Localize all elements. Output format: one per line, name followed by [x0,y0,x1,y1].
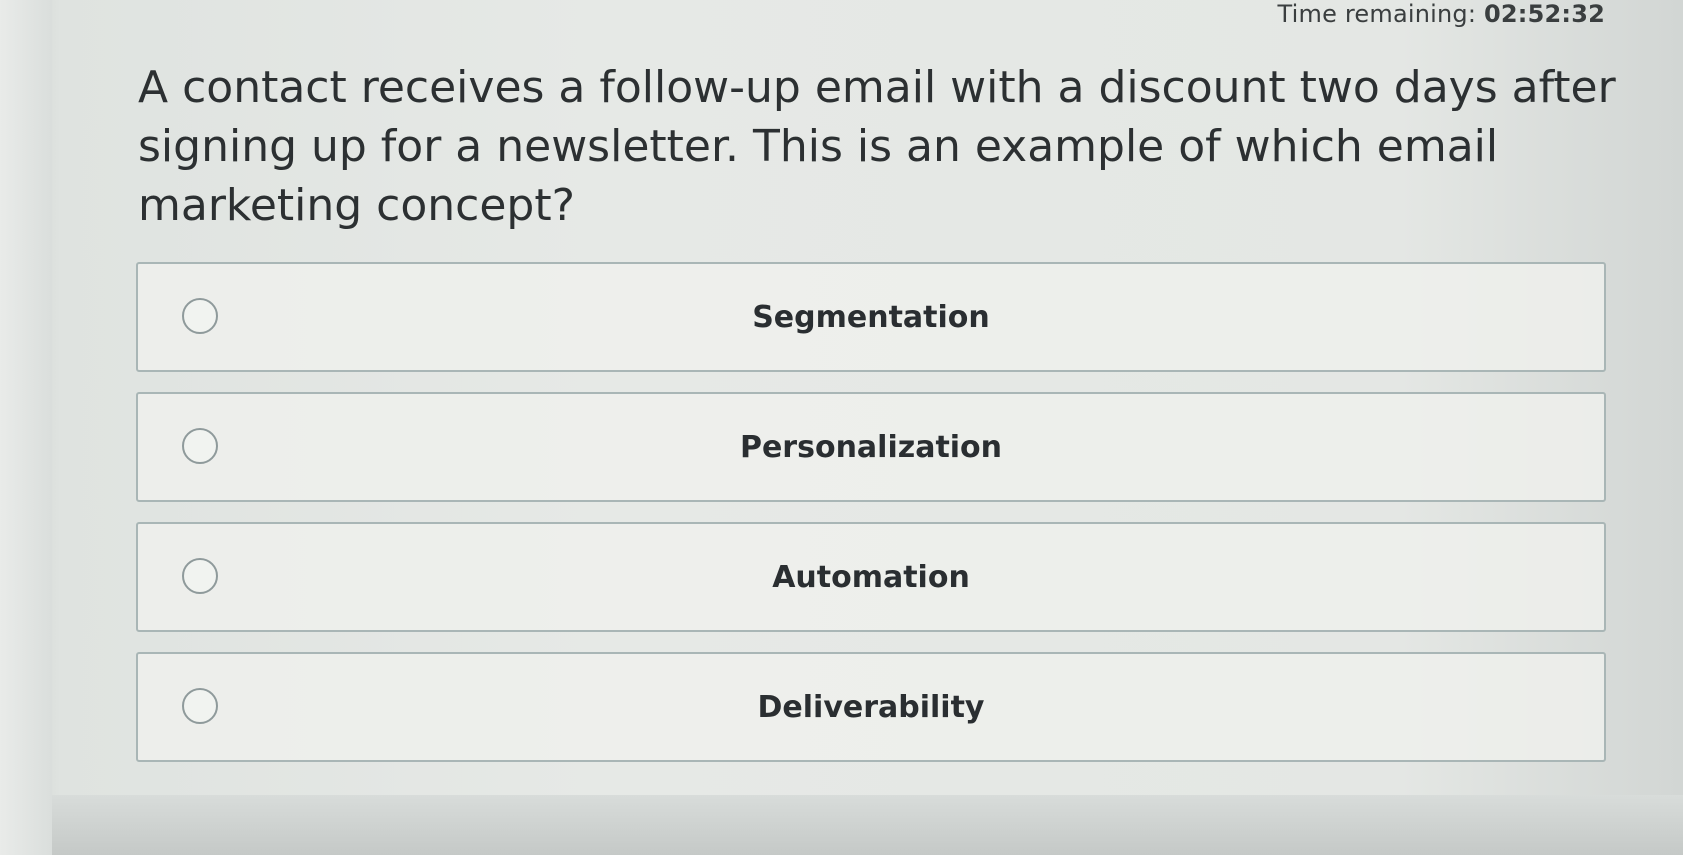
answer-option-deliverability[interactable]: Deliverability [136,652,1606,762]
bottom-band [52,795,1683,855]
answer-label: Deliverability [757,690,985,725]
answer-options: Segmentation Personalization Automation … [136,262,1606,782]
question-text: A contact receives a follow-up email wit… [138,62,1616,231]
answer-label: Automation [772,560,970,595]
answer-option-personalization[interactable]: Personalization [136,392,1606,502]
quiz-page: Time remaining: 02:52:32 A contact recei… [0,0,1683,855]
answer-option-segmentation[interactable]: Segmentation [136,262,1606,372]
timer-value: 02:52:32 [1484,0,1605,28]
time-remaining: Time remaining: 02:52:32 [1278,0,1605,28]
timer-label: Time remaining: [1277,0,1477,28]
left-margin [0,0,52,855]
answer-option-automation[interactable]: Automation [136,522,1606,632]
answer-label: Segmentation [752,300,990,335]
answer-label: Personalization [739,430,1003,465]
